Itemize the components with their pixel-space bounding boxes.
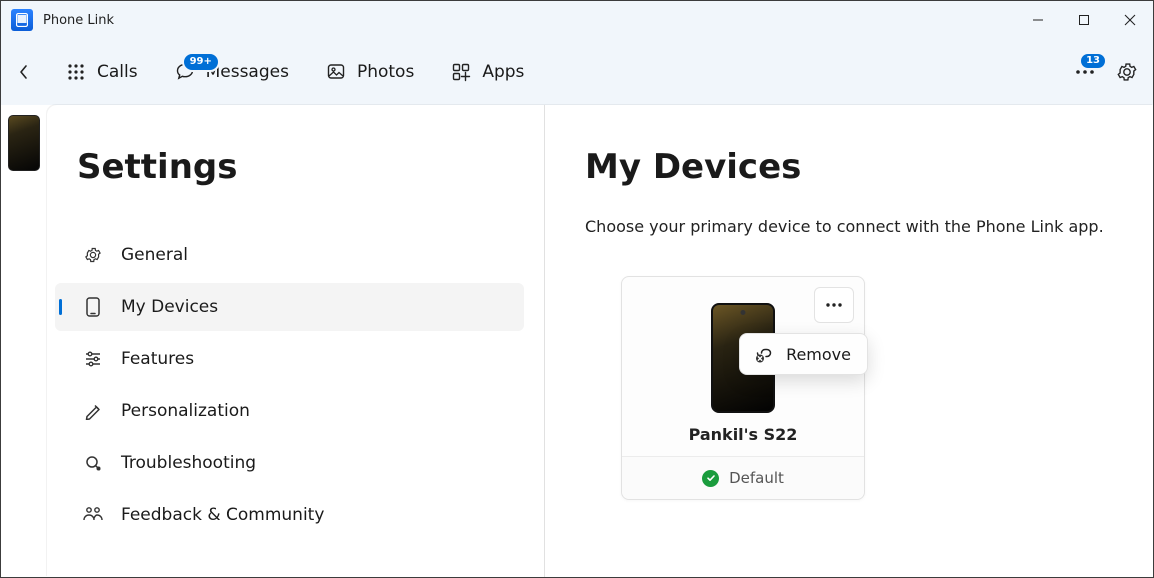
header-nav: Calls 99+ Messages Photos Apps 13 — [1, 39, 1153, 105]
settings-item-label: General — [121, 245, 188, 265]
device-card[interactable]: Pankil's S22 Default — [621, 276, 865, 500]
window-title: Phone Link — [43, 13, 114, 28]
maximize-button[interactable] — [1061, 1, 1107, 39]
device-more-button[interactable] — [814, 287, 854, 323]
settings-item-personalization[interactable]: Personalization — [55, 387, 524, 435]
nav-calls-label: Calls — [97, 62, 138, 82]
settings-button[interactable] — [1113, 58, 1141, 86]
nav-photos-label: Photos — [357, 62, 414, 82]
back-button[interactable] — [9, 57, 39, 87]
settings-item-label: My Devices — [121, 297, 218, 317]
check-icon — [702, 470, 719, 487]
nav-messages[interactable]: 99+ Messages — [164, 55, 299, 89]
apps-icon — [450, 61, 472, 83]
device-name: Pankil's S22 — [622, 425, 864, 456]
settings-item-troubleshooting[interactable]: Troubleshooting — [55, 439, 524, 487]
phone-icon — [83, 297, 103, 317]
my-devices-subtitle: Choose your primary device to connect wi… — [585, 217, 1123, 236]
device-thumbnail[interactable] — [8, 115, 40, 171]
feedback-icon — [83, 505, 103, 525]
window-controls — [1015, 1, 1153, 39]
photos-icon — [325, 61, 347, 83]
unlink-icon — [754, 344, 774, 364]
settings-item-label: Personalization — [121, 401, 250, 421]
settings-panel: Settings General My Devices — [47, 105, 545, 577]
settings-item-label: Troubleshooting — [121, 453, 256, 473]
remove-label: Remove — [786, 345, 851, 364]
device-status-row: Default — [622, 456, 864, 499]
app-icon — [11, 9, 33, 31]
my-devices-title: My Devices — [585, 147, 1123, 187]
device-remove-popover[interactable]: Remove — [739, 333, 868, 375]
settings-item-feedback[interactable]: Feedback & Community — [55, 491, 524, 539]
device-status-label: Default — [729, 469, 784, 487]
features-icon — [83, 349, 103, 369]
nav-calls[interactable]: Calls — [55, 55, 148, 89]
settings-item-my-devices[interactable]: My Devices — [55, 283, 524, 331]
notifications-badge: 13 — [1079, 52, 1107, 70]
nav-photos[interactable]: Photos — [315, 55, 424, 89]
my-devices-panel: My Devices Choose your primary device to… — [545, 105, 1153, 577]
notifications-button[interactable]: 13 — [1071, 58, 1099, 86]
titlebar: Phone Link — [1, 1, 1153, 39]
pen-icon — [83, 401, 103, 421]
close-button[interactable] — [1107, 1, 1153, 39]
settings-item-label: Features — [121, 349, 194, 369]
settings-item-features[interactable]: Features — [55, 335, 524, 383]
messages-icon: 99+ — [174, 61, 196, 83]
dialpad-icon — [65, 61, 87, 83]
nav-apps-label: Apps — [482, 62, 524, 82]
settings-item-general[interactable]: General — [55, 231, 524, 279]
troubleshoot-icon — [83, 453, 103, 473]
device-rail — [1, 105, 47, 577]
settings-item-label: Feedback & Community — [121, 505, 324, 525]
gear-icon — [83, 245, 103, 265]
nav-apps[interactable]: Apps — [440, 55, 534, 89]
settings-title: Settings — [77, 147, 524, 187]
messages-badge: 99+ — [182, 52, 220, 72]
minimize-button[interactable] — [1015, 1, 1061, 39]
